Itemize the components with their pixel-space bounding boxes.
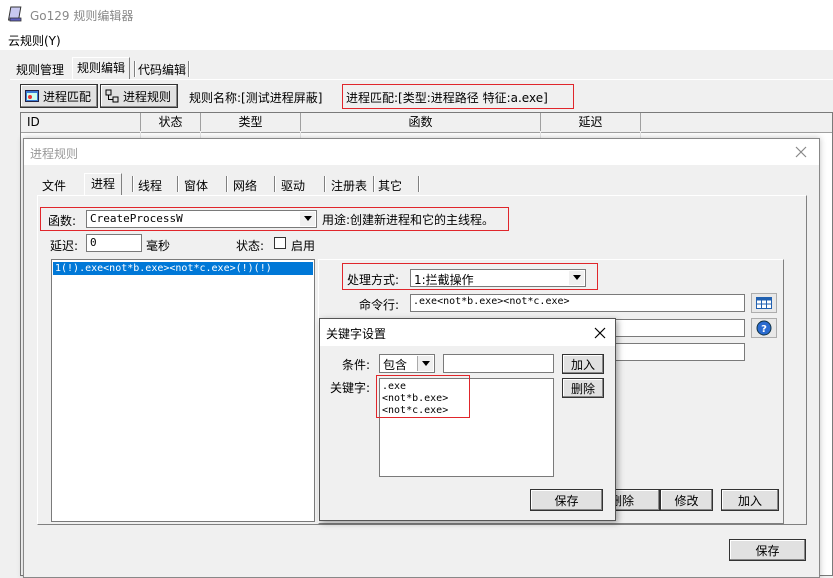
close-icon[interactable] <box>591 324 609 342</box>
process-match-text: 进程匹配:[类型:进程路径 特征:a.exe] <box>346 91 548 105</box>
grid-icon <box>756 297 772 309</box>
list-item[interactable]: 1(!).exe<not*b.exe><not*c.exe>(!)(!) <box>53 262 313 275</box>
cmdline-input[interactable]: .exe<not*b.exe><not*c.exe> <box>410 294 745 312</box>
cmdline-label: 命令行: <box>359 298 400 312</box>
process-match-icon <box>25 90 39 102</box>
title-bar: Go129 规则编辑器 <box>0 0 833 30</box>
tab-thread[interactable]: 线程 <box>134 176 166 196</box>
keyword-dialog: 关键字设置 条件: 包含 加入 关键字: .exe <not*b.exe> <n… <box>319 318 616 521</box>
enable-label: 启用 <box>291 239 316 253</box>
rule-name-text: 规则名称:[测试进程屏蔽] <box>189 91 323 105</box>
delay-unit: 毫秒 <box>146 239 171 253</box>
condition-input[interactable] <box>443 354 554 373</box>
condition-label: 条件: <box>342 358 371 372</box>
help-button[interactable]: ? <box>751 318 777 338</box>
col-type[interactable]: 类型 <box>201 113 301 131</box>
condition-select[interactable]: 包含 <box>379 354 435 373</box>
save-button[interactable]: 保存 <box>729 539 806 561</box>
state-label: 状态: <box>236 239 265 253</box>
keyword-highlight <box>376 375 470 418</box>
function-purpose: 用途:创建新进程和它的主线程。 <box>322 213 495 227</box>
window-title: Go129 规则编辑器 <box>30 9 134 23</box>
tab-rule-management[interactable]: 规则管理 <box>12 60 68 80</box>
process-rule-label: 进程规则 <box>123 89 172 104</box>
keyword-label: 关键字: <box>330 381 371 395</box>
tab-rule-edit[interactable]: 规则编辑 <box>72 57 131 79</box>
main-tab-strip: 规则管理 规则编辑 代码编辑 <box>10 57 210 80</box>
tab-other[interactable]: 其它 <box>374 176 406 196</box>
tab-file[interactable]: 文件 <box>38 176 70 196</box>
help-icon: ? <box>756 320 772 336</box>
svg-text:?: ? <box>761 324 767 335</box>
keyword-delete-button[interactable]: 删除 <box>562 378 604 398</box>
tab-process[interactable]: 进程 <box>84 173 123 195</box>
process-rule-tabs: 文件 进程 线程 窗体 网络 驱动 注册表 其它 <box>34 173 434 195</box>
function-label: 函数: <box>48 214 77 228</box>
tab-window[interactable]: 窗体 <box>180 176 212 196</box>
tab-driver[interactable]: 驱动 <box>277 176 309 196</box>
process-match-button[interactable]: 进程匹配 <box>20 84 98 108</box>
process-rule-button[interactable]: 进程规则 <box>100 84 178 108</box>
keyword-add-button[interactable]: 加入 <box>562 354 604 374</box>
handling-label: 处理方式: <box>347 273 400 287</box>
add-rule-button[interactable]: 加入 <box>721 489 779 511</box>
process-rule-icon <box>105 89 119 103</box>
cmdline-editor-button[interactable] <box>751 293 777 313</box>
tab-network[interactable]: 网络 <box>229 176 261 196</box>
col-delay[interactable]: 延迟 <box>541 113 641 131</box>
delay-input[interactable]: 0 <box>86 234 142 252</box>
app-icon <box>7 6 24 22</box>
rule-table-header: ID 状态 类型 函数 延迟 <box>21 113 832 133</box>
col-id[interactable]: ID <box>21 113 141 131</box>
modify-rule-button[interactable]: 修改 <box>660 489 713 511</box>
process-rule-titlebar: 进程规则 <box>24 139 819 165</box>
keyword-titlebar: 关键字设置 <box>320 319 615 346</box>
chevron-down-icon <box>417 356 433 371</box>
col-status[interactable]: 状态 <box>141 113 201 131</box>
handling-select[interactable]: 1:拦截操作 <box>410 269 586 287</box>
tab-code-edit[interactable]: 代码编辑 <box>134 60 190 80</box>
col-function[interactable]: 函数 <box>301 113 541 131</box>
close-icon[interactable] <box>792 143 810 161</box>
menu-bar: 云规则(Y) <box>0 30 833 50</box>
rule-list[interactable]: 1(!).exe<not*b.exe><not*c.exe>(!)(!) <box>51 259 315 522</box>
process-match-label: 进程匹配 <box>43 89 92 104</box>
tab-registry[interactable]: 注册表 <box>327 176 371 196</box>
menu-cloud-rules[interactable]: 云规则(Y) <box>8 32 61 49</box>
keyword-title: 关键字设置 <box>326 327 387 341</box>
keyword-save-button[interactable]: 保存 <box>530 489 603 511</box>
function-select[interactable]: CreateProcessW <box>86 210 317 228</box>
delay-label: 延迟: <box>50 239 79 253</box>
enable-checkbox[interactable] <box>274 237 286 249</box>
chevron-down-icon <box>300 212 315 226</box>
process-rule-title: 进程规则 <box>30 147 79 161</box>
chevron-down-icon <box>569 271 584 285</box>
